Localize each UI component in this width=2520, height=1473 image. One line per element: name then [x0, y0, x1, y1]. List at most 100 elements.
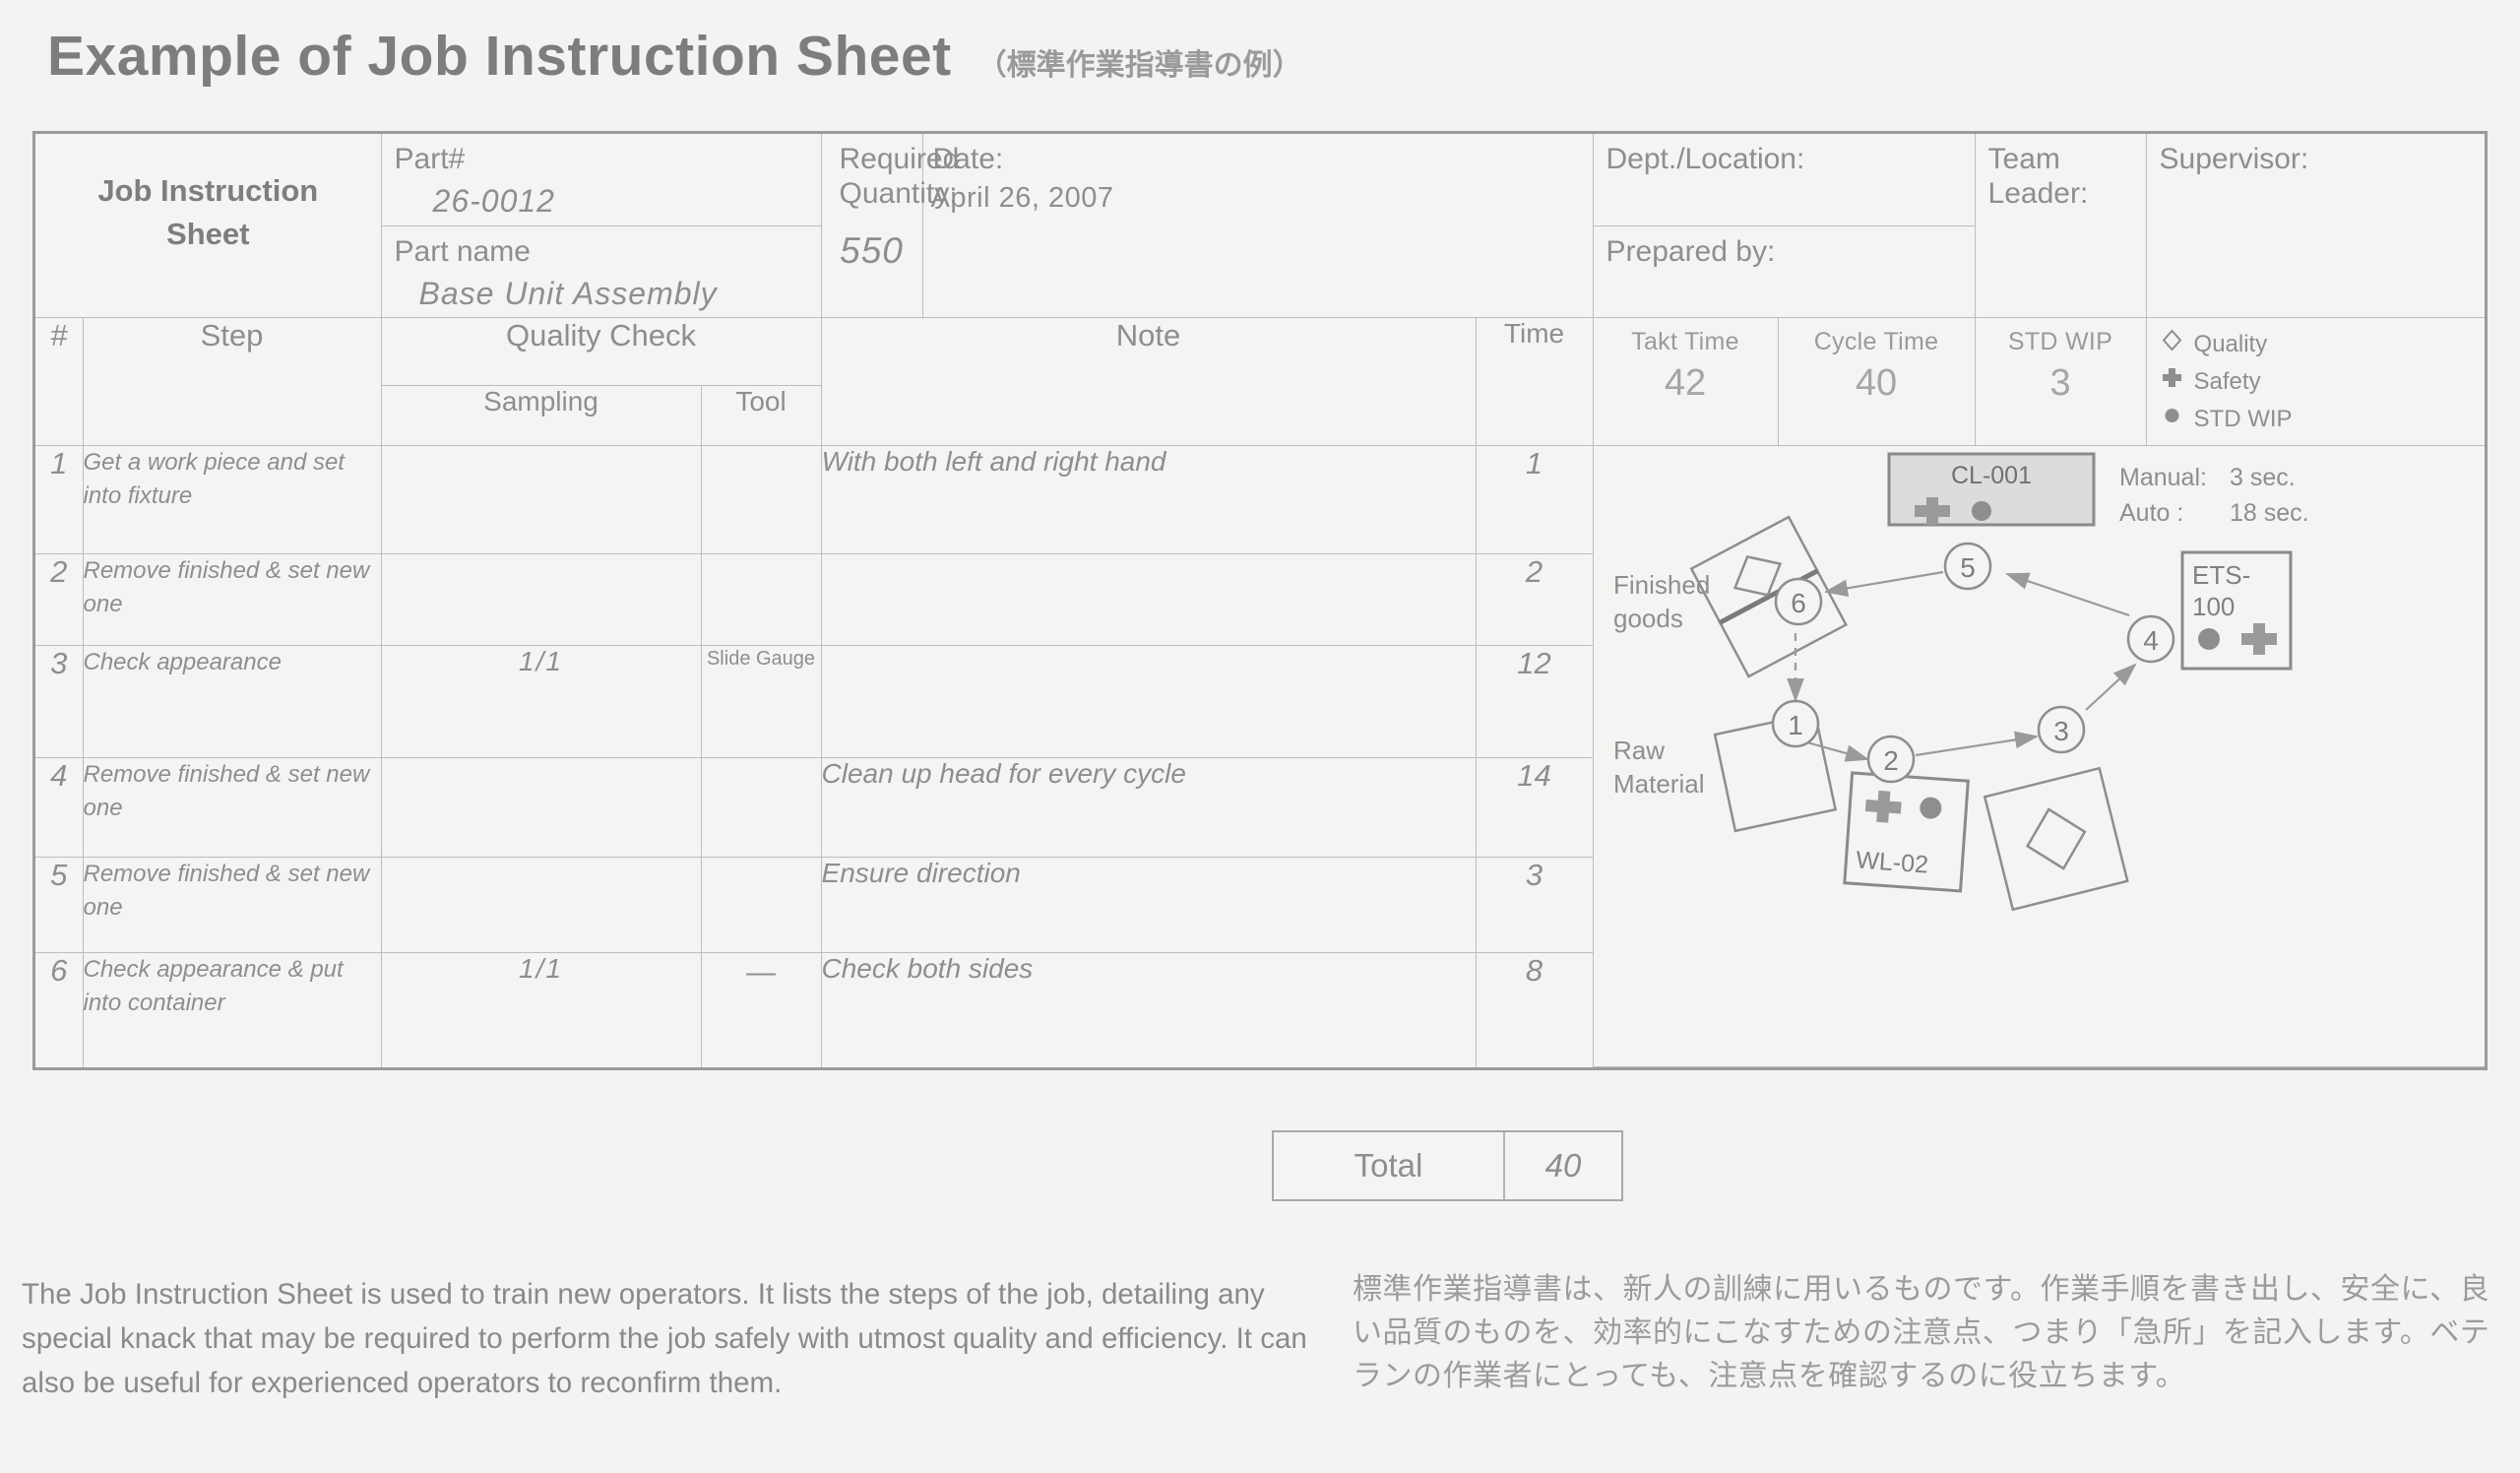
row-tool — [700, 445, 822, 554]
team-leader-label-line1: Team — [1987, 143, 2060, 175]
work-layout-diagram: Finished goods Raw Material CL-001 Manua… — [1592, 445, 2485, 1067]
part-number-value[interactable]: 26-0012 — [382, 177, 821, 220]
job-instruction-sheet-page: Example of Job Instruction Sheet （標準作業指導… — [0, 0, 2520, 1473]
required-quantity-value[interactable]: 550 — [822, 211, 922, 272]
row-step: Remove finished & set new one — [82, 856, 382, 954]
row-number: 1 — [35, 445, 84, 554]
total-row: Total 40 — [1272, 1130, 1623, 1201]
cycle-time-label: Cycle Time — [1813, 328, 1939, 355]
std-wip-cell: STD WIP 3 — [1974, 317, 2147, 446]
cross-icon — [2161, 363, 2183, 401]
header-row-1: Job Instruction Sheet Part# 26-0012 Requ… — [35, 134, 2485, 318]
row-note — [820, 552, 1477, 647]
legend-label-safety: Safety — [2193, 367, 2261, 395]
col-header-sampling: Sampling — [380, 385, 702, 446]
row-time: 2 — [1475, 552, 1594, 647]
date-label: Date: — [932, 143, 1004, 175]
total-value: 40 — [1544, 1147, 1582, 1184]
row-number: 2 — [35, 552, 84, 647]
takt-time-label: Takt Time — [1631, 328, 1739, 355]
row-tool — [700, 757, 822, 858]
row-step: Check appearance — [82, 645, 382, 759]
row-sampling: 1/1 — [380, 645, 702, 759]
step-circle-1: 1 — [1771, 699, 1819, 748]
row-step: Get a work piece and set into fixture — [82, 445, 382, 554]
supervisor-value[interactable] — [2147, 177, 2485, 183]
part-number-cell: Part# 26-0012 — [380, 134, 822, 226]
takt-time-value: 42 — [1664, 362, 1707, 404]
row-time: 8 — [1475, 952, 1594, 1067]
row-note: Ensure direction — [820, 856, 1477, 954]
table-row[interactable]: 1 Get a work piece and set into fixture … — [35, 445, 2485, 1067]
step-circle-5: 5 — [1943, 542, 1991, 591]
part-name-label: Part name — [394, 235, 531, 268]
part-number-label: Part# — [394, 143, 466, 175]
part-name-cell: Part name Base Unit Assembly — [380, 225, 822, 318]
diamond-icon — [2161, 326, 2183, 363]
raw-material-label-line2: Material — [1613, 769, 1704, 799]
prepared-by-cell: Prepared by: — [1592, 225, 1976, 318]
total-label: Total — [1274, 1132, 1505, 1199]
team-leader-value[interactable] — [1976, 211, 2146, 217]
legend-label-quality: Quality — [2193, 331, 2268, 357]
manual-label: Manual: — [2119, 464, 2207, 491]
layout-diagram-svg: Finished goods Raw Material CL-001 Manua… — [1613, 452, 2308, 912]
legend-label-std-wip: STD WIP — [2193, 405, 2293, 432]
row-tool — [700, 856, 822, 954]
col-header-number: # — [35, 317, 84, 446]
column-header-row-1: # Step Quality Check Note Time Takt Time… — [35, 317, 2485, 446]
manual-value: 3 sec. — [2230, 464, 2296, 491]
dept-location-label: Dept./Location: — [1606, 143, 1805, 175]
svg-text:4: 4 — [2143, 625, 2159, 656]
row-tool — [700, 552, 822, 647]
prepared-by-value[interactable] — [1594, 270, 1975, 276]
required-quantity-label-line2: Quantity: — [839, 176, 958, 210]
sheet-title-cell: Job Instruction Sheet — [35, 134, 382, 318]
footer-description-japanese: 標準作業指導書は、新人の訓練に用いるものです。作業手順を書き出し、安全に、良い品… — [1353, 1273, 2490, 1393]
legend-item-std-wip: STD WIP — [2161, 401, 2485, 438]
row-note: Clean up head for every cycle — [820, 757, 1477, 858]
row-note: With both left and right hand — [820, 445, 1477, 554]
col-header-time: Time — [1475, 317, 1594, 446]
row-step: Remove finished & set new one — [82, 552, 382, 647]
sheet-title-line1: Job Instruction — [97, 173, 319, 208]
row-time: 1 — [1475, 445, 1594, 554]
supervisor-cell: Supervisor: — [2145, 134, 2485, 318]
dept-location-value[interactable] — [1594, 177, 1975, 183]
row-note: Check both sides — [820, 952, 1477, 1067]
legend-cell: Quality Safety STD WIP — [2145, 317, 2485, 446]
row-tool: — — [700, 952, 822, 1067]
page-title-row: Example of Job Instruction Sheet （標準作業指導… — [47, 24, 1302, 89]
std-wip-value: 3 — [2049, 362, 2071, 404]
job-instruction-table: Job Instruction Sheet Part# 26-0012 Requ… — [35, 134, 2485, 1067]
row-number: 6 — [35, 952, 84, 1067]
row-sampling — [380, 552, 702, 647]
row-number: 4 — [35, 757, 84, 858]
row-sampling: 1/1 — [380, 952, 702, 1067]
team-leader-cell: Team Leader: — [1974, 134, 2147, 318]
machine-ets100-label-line2: 100 — [2192, 592, 2235, 621]
page-title: Example of Job Instruction Sheet — [47, 25, 952, 88]
machine-ets100-label-line1: ETS- — [2192, 560, 2250, 590]
prepared-by-label: Prepared by: — [1606, 235, 1776, 268]
quality-inspection-station — [1983, 766, 2129, 912]
step-circle-4: 4 — [2126, 614, 2174, 664]
page-title-japanese: （標準作業指導書の例） — [976, 49, 1302, 82]
step-circle-6: 6 — [1774, 577, 1822, 626]
row-sampling — [380, 445, 702, 554]
takt-time-cell: Takt Time 42 — [1592, 317, 1779, 446]
machine-wl02: WL-02 — [1842, 771, 1970, 893]
cycle-time-cell: Cycle Time 40 — [1777, 317, 1976, 446]
row-time: 12 — [1475, 645, 1594, 759]
required-quantity-cell: Required Quantity: 550 — [820, 134, 960, 318]
col-header-step: Step — [82, 317, 382, 446]
part-name-value[interactable]: Base Unit Assembly — [382, 270, 821, 312]
date-value[interactable]: April 26, 2007 — [923, 177, 1593, 215]
finished-goods-label-line1: Finished — [1613, 570, 1710, 600]
required-quantity-label-line1: Required — [839, 143, 960, 175]
row-note — [820, 645, 1477, 759]
row-step: Remove finished & set new one — [82, 757, 382, 858]
team-leader-label-line2: Leader: — [1987, 176, 2089, 210]
sheet-title-line2: Sheet — [166, 217, 250, 252]
legend-item-quality: Quality — [2161, 326, 2485, 363]
